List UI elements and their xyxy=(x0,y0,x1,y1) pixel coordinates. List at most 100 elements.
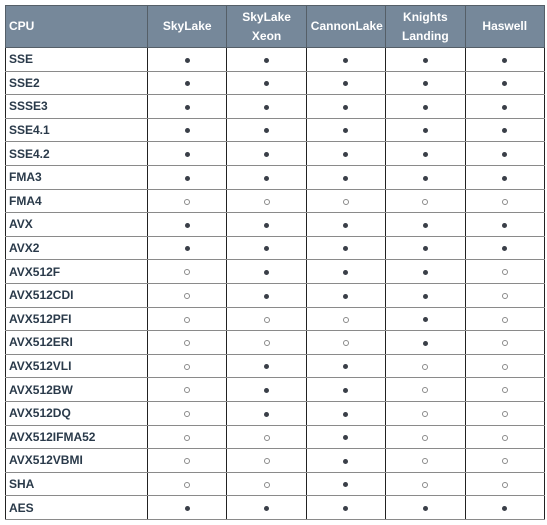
support-cell xyxy=(146,70,228,96)
feature-name: AVX2 xyxy=(5,235,148,261)
unsupported-circle-icon xyxy=(184,481,191,488)
supported-dot-icon xyxy=(422,246,428,252)
supported-dot-icon xyxy=(343,222,349,228)
support-cell xyxy=(305,495,387,520)
supported-dot-icon xyxy=(422,81,428,87)
supported-dot-icon xyxy=(184,81,190,87)
support-cell xyxy=(305,70,387,96)
supported-dot-icon xyxy=(422,317,428,323)
support-cell xyxy=(464,70,545,96)
supported-dot-icon xyxy=(422,293,428,299)
supported-dot-icon xyxy=(502,505,508,511)
table-row: AVX512VBMI xyxy=(5,448,545,473)
supported-dot-icon xyxy=(502,246,508,252)
feature-name: AVX512F xyxy=(5,259,148,284)
supported-dot-icon xyxy=(264,222,270,228)
support-cell xyxy=(385,94,466,119)
feature-name: AVX512ERI xyxy=(5,330,148,355)
column-header-cannonlake: CannonLake xyxy=(305,5,387,48)
supported-dot-icon xyxy=(343,128,349,134)
supported-dot-icon xyxy=(343,152,349,157)
supported-dot-icon xyxy=(343,387,349,393)
feature-name: FMA3 xyxy=(5,164,148,190)
table-row: AVX512VLI xyxy=(5,353,545,379)
feature-name: AES xyxy=(5,495,148,520)
unsupported-circle-icon xyxy=(263,198,270,205)
supported-dot-icon xyxy=(502,152,508,157)
unsupported-circle-icon xyxy=(184,340,191,347)
support-cell xyxy=(226,259,307,284)
supported-dot-icon xyxy=(422,128,428,134)
unsupported-circle-icon xyxy=(422,387,429,394)
feature-name: AVX512CDI xyxy=(5,282,148,308)
support-cell xyxy=(385,212,466,237)
supported-dot-icon xyxy=(422,340,428,346)
support-cell xyxy=(305,94,387,119)
support-cell xyxy=(385,117,466,143)
support-cell xyxy=(464,471,545,497)
supported-dot-icon xyxy=(343,293,349,299)
support-cell xyxy=(305,188,387,214)
supported-dot-icon xyxy=(264,152,270,157)
unsupported-circle-icon xyxy=(184,198,191,205)
support-cell xyxy=(385,471,466,497)
unsupported-circle-icon xyxy=(184,411,191,418)
supported-dot-icon xyxy=(343,505,349,511)
support-cell xyxy=(305,235,387,261)
support-cell xyxy=(305,330,387,355)
unsupported-circle-icon xyxy=(342,340,349,347)
support-cell xyxy=(226,495,307,520)
supported-dot-icon xyxy=(343,269,349,275)
support-cell xyxy=(464,353,545,379)
table-row: AVX512PFI xyxy=(5,306,545,332)
feature-name: SSE xyxy=(5,47,148,72)
table-row: SSE xyxy=(5,47,545,72)
cpu-feature-table: CPU SkyLake SkyLake Xeon CannonLake Knights La… xyxy=(5,5,545,520)
support-cell xyxy=(226,141,307,166)
support-cell xyxy=(226,235,307,261)
unsupported-circle-icon xyxy=(501,434,508,441)
unsupported-circle-icon xyxy=(501,363,508,370)
support-cell xyxy=(464,306,545,332)
support-cell xyxy=(146,330,228,355)
unsupported-circle-icon xyxy=(501,411,508,418)
supported-dot-icon xyxy=(343,411,349,417)
support-cell xyxy=(226,70,307,96)
support-cell xyxy=(464,400,545,426)
support-cell xyxy=(226,117,307,143)
supported-dot-icon xyxy=(502,81,508,87)
feature-name: SSE4.2 xyxy=(5,141,148,166)
feature-name: AVX512VLI xyxy=(5,353,148,379)
support-cell xyxy=(305,282,387,308)
table-row: SHA xyxy=(5,471,545,497)
support-cell xyxy=(226,282,307,308)
support-cell xyxy=(464,377,545,402)
supported-dot-icon xyxy=(422,175,428,181)
column-header-cpu: CPU xyxy=(5,5,148,48)
support-cell xyxy=(146,94,228,119)
supported-dot-icon xyxy=(264,387,270,393)
feature-name: SHA xyxy=(5,471,148,497)
unsupported-circle-icon xyxy=(501,340,508,347)
support-cell xyxy=(464,330,545,355)
supported-dot-icon xyxy=(184,104,190,110)
supported-dot-icon xyxy=(184,152,190,157)
support-cell xyxy=(305,141,387,166)
support-cell xyxy=(305,47,387,72)
unsupported-circle-icon xyxy=(501,293,508,300)
support-cell xyxy=(464,495,545,520)
support-cell xyxy=(146,47,228,72)
support-cell xyxy=(226,164,307,190)
supported-dot-icon xyxy=(343,364,349,370)
supported-dot-icon xyxy=(502,175,508,181)
support-cell xyxy=(146,235,228,261)
unsupported-circle-icon xyxy=(342,316,349,323)
unsupported-circle-icon xyxy=(184,458,191,465)
unsupported-circle-icon xyxy=(184,434,191,441)
unsupported-circle-icon xyxy=(184,269,191,276)
support-cell xyxy=(385,235,466,261)
support-cell xyxy=(226,400,307,426)
unsupported-circle-icon xyxy=(501,481,508,488)
support-cell xyxy=(146,212,228,237)
table-row: AES xyxy=(5,495,545,520)
